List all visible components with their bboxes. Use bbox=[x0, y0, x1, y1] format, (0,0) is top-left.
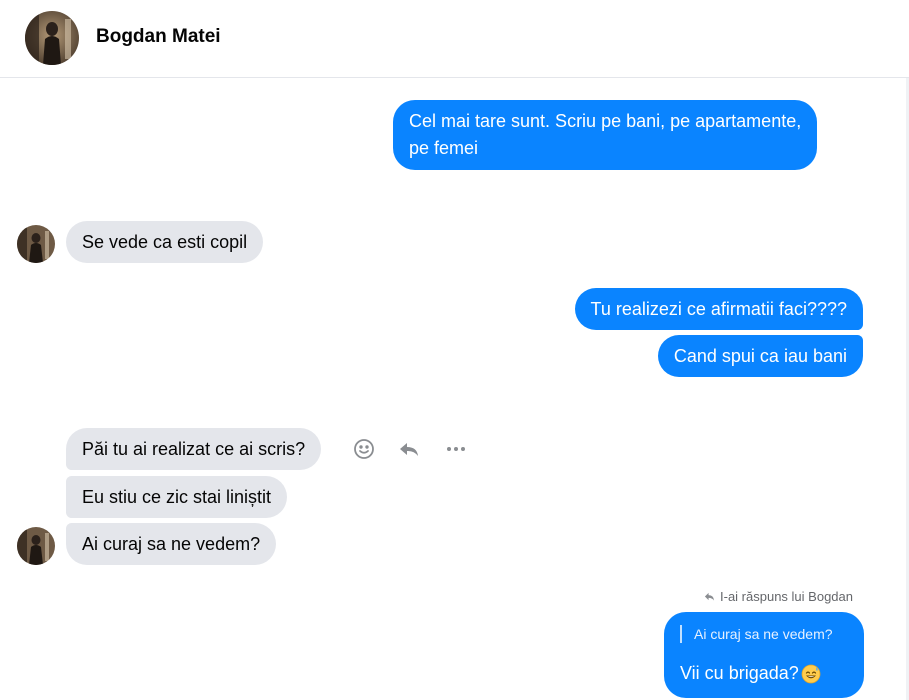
quoted-message[interactable]: Ai curaj sa ne vedem? bbox=[680, 625, 833, 643]
reply-arrow-icon[interactable] bbox=[397, 437, 421, 461]
message-bubble-incoming[interactable]: Eu stiu ce zic stai liniștit bbox=[66, 476, 288, 518]
smiley-icon[interactable] bbox=[352, 437, 376, 461]
message-bubble-incoming[interactable]: Ai curaj sa ne vedem? bbox=[66, 523, 277, 565]
message-line: pe femei bbox=[409, 138, 479, 158]
reply-note-text: I-ai răspuns lui Bogdan bbox=[720, 589, 853, 604]
contact-avatar-small[interactable] bbox=[17, 225, 55, 263]
grinning-sweat-emoji-icon bbox=[801, 664, 821, 684]
contact-avatar[interactable] bbox=[25, 11, 79, 65]
contact-avatar-small[interactable] bbox=[17, 527, 55, 565]
contact-name[interactable]: Bogdan Matei bbox=[96, 26, 221, 48]
message-line: Cel mai tare sunt. Scriu pe bani, pe apa… bbox=[409, 111, 802, 131]
more-dots-icon[interactable] bbox=[444, 437, 468, 461]
reply-message-text: Vii cu brigada? bbox=[680, 663, 799, 683]
message-bubble-outgoing[interactable]: Cand spui ca iau bani bbox=[657, 335, 863, 377]
message-bubble-outgoing[interactable]: Cel mai tare sunt. Scriu pe bani, pe apa… bbox=[393, 100, 818, 170]
message-bubble-incoming[interactable]: Păi tu ai realizat ce ai scris? bbox=[66, 428, 322, 470]
reply-message: Vii cu brigada? bbox=[680, 663, 821, 684]
reply-small-icon bbox=[704, 592, 715, 601]
message-bubble-outgoing[interactable]: Tu realizezi ce afirmatii faci???? bbox=[574, 288, 863, 330]
conversation-header: Bogdan Matei bbox=[0, 0, 909, 78]
message-bubble-incoming[interactable]: Se vede ca esti copil bbox=[66, 221, 264, 263]
reply-note: I-ai răspuns lui Bogdan bbox=[704, 589, 853, 604]
